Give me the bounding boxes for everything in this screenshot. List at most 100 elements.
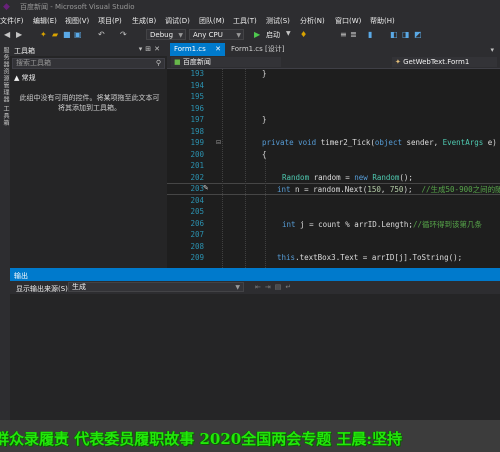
undo-icon[interactable]: ↶: [98, 30, 105, 39]
csharp-project-icon: ■: [174, 58, 181, 66]
line-number: 201: [190, 161, 204, 170]
server-explorer-toolbox-tab[interactable]: 服务器资源管理器 工具箱: [1, 47, 10, 127]
platform-value: Any CPU: [193, 31, 223, 39]
platform-select[interactable]: Any CPU ▼: [189, 29, 244, 40]
close-tab-icon[interactable]: ✕: [215, 43, 221, 56]
code-line-203: int n = random.Next(150, 750); //生成50-90…: [277, 185, 500, 194]
start-dropdown-icon[interactable]: ▼: [286, 30, 291, 37]
indent-guide: [245, 69, 246, 268]
type-nav-value: GetWebText.Form1: [403, 58, 470, 66]
menu-project[interactable]: 项目(P): [98, 16, 122, 26]
code-line-193: }: [262, 69, 267, 78]
menu-bar: 文件(F) 编辑(E) 视图(V) 项目(P) 生成(B) 调试(D) 团队(M…: [0, 14, 500, 27]
uncomment-icon[interactable]: ≣: [350, 30, 357, 39]
browser-link-icon[interactable]: ♦: [300, 30, 307, 39]
menu-window[interactable]: 窗口(W): [335, 16, 361, 26]
news-ticker-text: 群众录履责 代表委员履职故事 2020全国两会专题 王晨:坚持: [0, 430, 402, 448]
line-number: 209: [190, 253, 204, 262]
close-icon[interactable]: ✕: [154, 45, 163, 53]
search-icon[interactable]: ⚲: [156, 59, 161, 68]
word-wrap-icon[interactable]: ↵: [285, 283, 295, 291]
window-title: 百度新闻 - Microsoft Visual Studio: [20, 3, 135, 11]
forward-icon[interactable]: ▶: [16, 30, 22, 39]
line-number: 205: [190, 207, 204, 216]
menu-file[interactable]: 文件(F): [0, 16, 24, 26]
toolbox-header: 工具箱 ▾⊞✕: [10, 43, 167, 56]
navigation-bar: ■ 百度新闻 ✦ GetWebText.Form1: [167, 56, 500, 69]
line-number: 206: [190, 219, 204, 228]
menu-debug[interactable]: 调试(D): [165, 16, 190, 26]
menu-analyze[interactable]: 分析(N): [300, 16, 325, 26]
project-nav-select[interactable]: ■ 百度新闻: [171, 57, 281, 67]
code-line-199: private void timer2_Tick(object sender, …: [262, 138, 497, 147]
line-number: 202: [190, 173, 204, 182]
tab-form1-design[interactable]: Form1.cs [设计]: [227, 43, 297, 56]
toolbox-search-input[interactable]: 搜索工具箱 ⚲: [12, 58, 165, 69]
toolbox-panel: 工具箱 ▾⊞✕ 搜索工具箱 ⚲ ▲ 常规 此组中没有可用的控件。将某项拖至此文本…: [10, 43, 167, 268]
code-line-200: {: [262, 150, 267, 159]
line-number: 195: [190, 92, 204, 101]
menu-edit[interactable]: 编辑(E): [33, 16, 57, 26]
save-icon[interactable]: ■: [63, 30, 71, 39]
menu-test[interactable]: 测试(S): [266, 16, 290, 26]
next-message-icon[interactable]: ⇥: [265, 283, 275, 291]
find-message-icon[interactable]: ⇤: [255, 283, 265, 291]
toolbar: ◀ ▶ ✦ ▰ ■ ▣ ↶ ↷ Debug ▼ Any CPU ▼ ▶ 启动 ▼…: [0, 27, 500, 43]
indent-guide: [222, 69, 223, 268]
output-toolbar: 显示输出来源(S): 生成 ▼ ⇤⇥▤↵: [10, 281, 500, 294]
toolbox-empty-message: 此组中没有可用的控件。将某项拖至此文本可将其添加到工具箱。: [19, 94, 160, 112]
collapse-toggle-icon[interactable]: ⊟: [216, 139, 221, 146]
code-line-209: this.textBox3.Text = arrID[j].ToString()…: [277, 253, 463, 262]
tab-label: Form1.cs [设计]: [231, 45, 285, 53]
pin-icon[interactable]: ⊞: [145, 45, 154, 53]
open-folder-icon[interactable]: ▰: [52, 30, 58, 39]
bookmark-icon[interactable]: ▮: [368, 30, 372, 39]
redo-icon[interactable]: ↷: [120, 30, 127, 39]
left-tool-strip-lower: [0, 268, 10, 420]
start-button-label[interactable]: 启动: [266, 30, 280, 40]
start-play-icon[interactable]: ▶: [254, 30, 260, 39]
toolbox-header-buttons: ▾⊞✕: [139, 45, 163, 53]
type-nav-select[interactable]: ✦ GetWebText.Form1: [392, 57, 497, 67]
chevron-down-icon: ▼: [235, 284, 240, 291]
line-number: 198: [190, 127, 204, 136]
line-number: 200: [190, 150, 204, 159]
bookmark-prev-icon[interactable]: ◧: [390, 30, 398, 39]
code-editor[interactable]: 193 194 195 196 197 198 199 200 201 202 …: [167, 69, 500, 268]
comment-icon[interactable]: ≡: [340, 30, 347, 39]
news-ticker-banner: 群众录履责 代表委员履职故事 2020全国两会专题 王晨:坚持: [0, 420, 500, 452]
output-source-label: 显示输出来源(S):: [16, 285, 71, 293]
toolbox-title: 工具箱: [14, 47, 35, 55]
menu-view[interactable]: 视图(V): [65, 16, 89, 26]
clear-all-icon[interactable]: ▤: [275, 283, 286, 291]
output-source-select[interactable]: 生成 ▼: [68, 282, 244, 292]
line-number: 194: [190, 81, 204, 90]
save-all-icon[interactable]: ▣: [74, 30, 82, 39]
indent-guide: [265, 157, 266, 268]
chevron-down-icon: ▼: [178, 32, 183, 39]
bookmark-clear-icon[interactable]: ◩: [414, 30, 422, 39]
chevron-down-icon: ▼: [236, 32, 241, 39]
editor-tabs: Form1.cs ✕ Form1.cs [设计] ▾: [167, 43, 500, 56]
output-source-value: 生成: [72, 283, 86, 291]
menu-tools[interactable]: 工具(T): [233, 16, 257, 26]
menu-team[interactable]: 团队(M): [199, 16, 225, 26]
visual-studio-logo-icon: ◆: [3, 2, 10, 12]
output-header: 输出: [10, 268, 500, 281]
line-number: 197: [190, 115, 204, 124]
menu-help[interactable]: 帮助(H): [370, 16, 395, 26]
configuration-select[interactable]: Debug ▼: [146, 29, 186, 40]
code-line-202: Random random = new Random();: [282, 173, 413, 182]
line-number: 193: [190, 69, 204, 78]
toolbox-group-general[interactable]: ▲ 常规: [14, 73, 36, 83]
left-tool-strip: 服务器资源管理器 工具箱: [0, 43, 10, 268]
tab-overflow-icon[interactable]: ▾: [490, 46, 494, 54]
code-line-197: }: [262, 115, 267, 124]
bookmark-next-icon[interactable]: ◨: [402, 30, 410, 39]
back-icon[interactable]: ◀: [4, 30, 10, 39]
line-number: 207: [190, 230, 204, 239]
menu-build[interactable]: 生成(B): [132, 16, 156, 26]
line-number: 199: [190, 138, 204, 147]
tab-form1-cs[interactable]: Form1.cs ✕: [170, 43, 225, 56]
new-project-icon[interactable]: ✦: [40, 30, 47, 39]
